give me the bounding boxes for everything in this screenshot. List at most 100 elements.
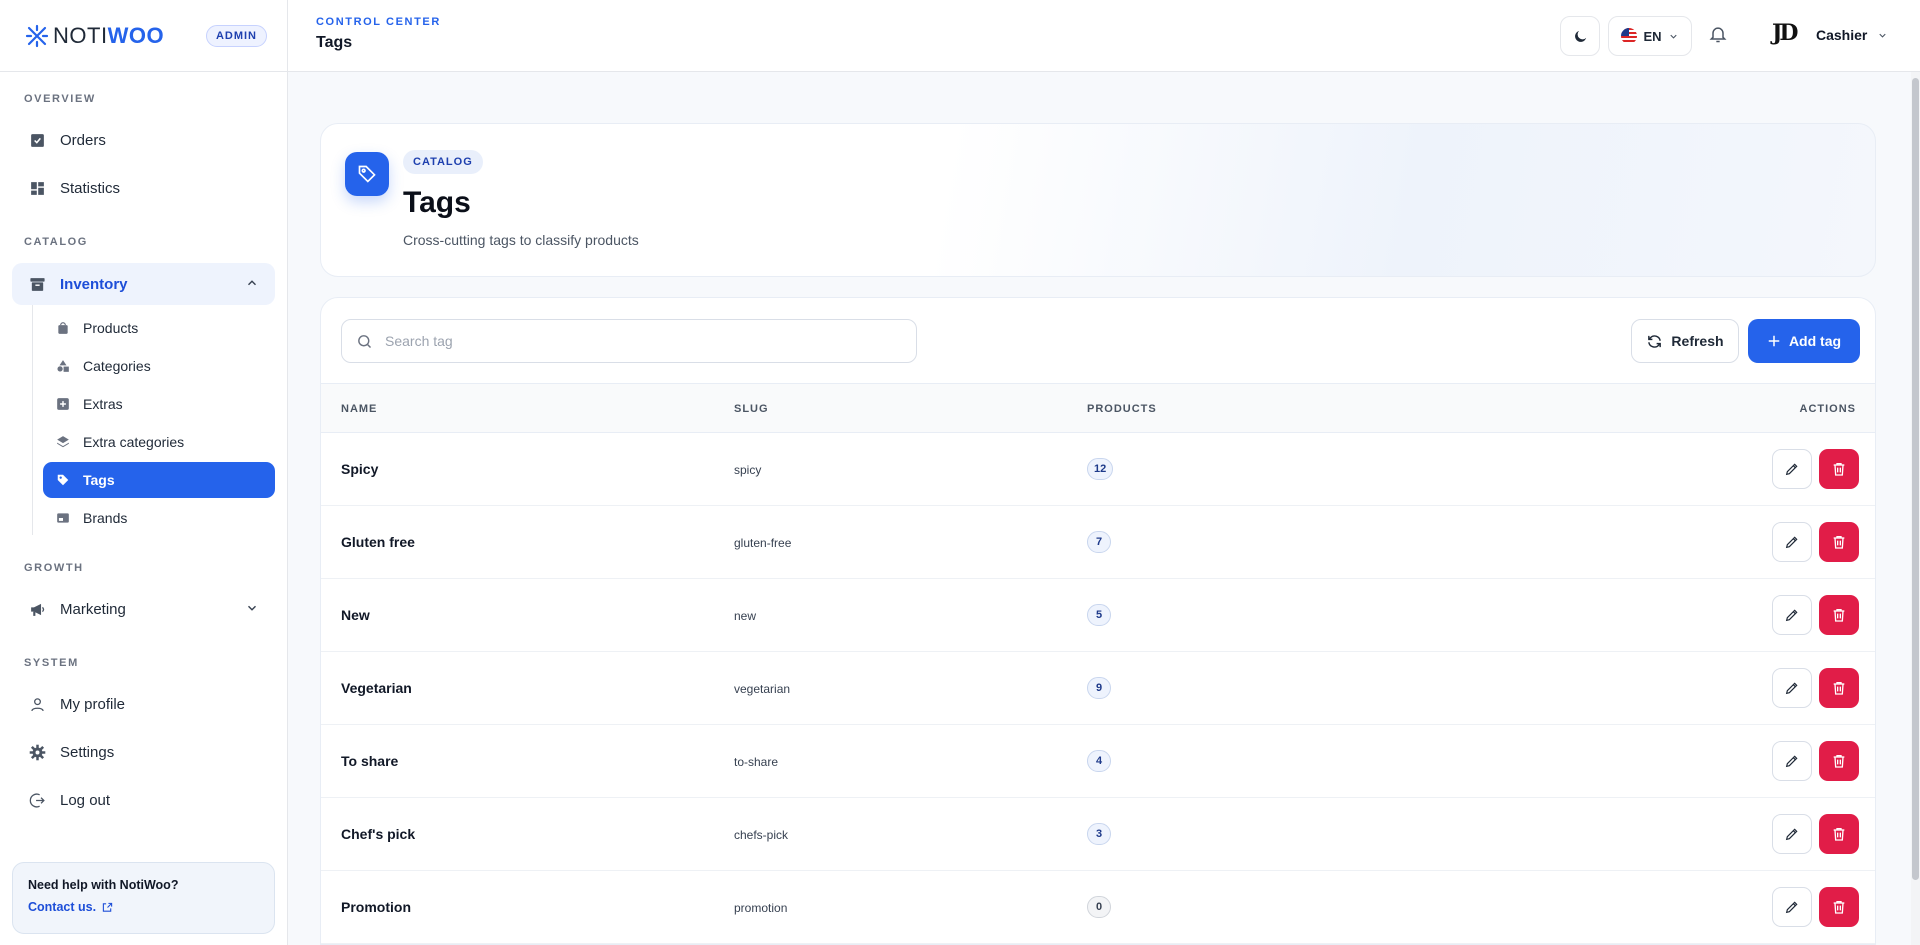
sub-brands-label: Brands [83, 510, 128, 526]
delete-button[interactable] [1819, 887, 1859, 927]
refresh-label: Refresh [1671, 333, 1724, 349]
us-flag-icon [1621, 28, 1638, 44]
topbar-page-title: Tags [316, 34, 353, 51]
chevron-up-icon [245, 276, 259, 294]
nav-my-profile-label: My profile [60, 695, 126, 713]
tag-icon [55, 472, 71, 488]
scrollbar[interactable] [1911, 72, 1920, 945]
chevron-down-icon [1669, 34, 1677, 39]
page-title: Tags [403, 186, 471, 219]
plus-icon [1768, 335, 1780, 347]
theme-toggle-button[interactable] [1560, 16, 1600, 56]
sub-tags[interactable]: Tags [43, 462, 275, 498]
nav-log-out[interactable]: Log out [12, 779, 275, 821]
tag-name: Spicy [341, 461, 379, 477]
edit-button[interactable] [1772, 814, 1812, 854]
delete-button[interactable] [1819, 449, 1859, 489]
sub-extra-categories[interactable]: Extra categories [43, 424, 275, 460]
section-growth: GROWTH [24, 562, 84, 574]
user-name: Cashier [1816, 27, 1868, 43]
tag-icon [345, 152, 389, 196]
table-row: To share to-share 4 [321, 725, 1875, 798]
sub-products-label: Products [83, 320, 139, 336]
sub-products[interactable]: Products [43, 310, 275, 346]
nav-orders[interactable]: Orders [12, 119, 275, 161]
catalog-badge: CATALOG [403, 150, 483, 174]
logo[interactable]: NOTIWOO [25, 23, 164, 49]
table-header: NAME SLUG PRODUCTS ACTIONS [321, 383, 1875, 433]
topbar: CONTROL CENTER Tags EN JD Cashier [288, 0, 1920, 72]
user-menu[interactable]: JD Cashier [1772, 20, 1888, 50]
sub-extras[interactable]: Extras [43, 386, 275, 422]
bag-icon [55, 320, 71, 336]
page-header-card: CATALOG Tags Cross-cutting tags to class… [320, 123, 1876, 277]
pencil-icon [1785, 609, 1798, 622]
edit-button[interactable] [1772, 887, 1812, 927]
th-slug[interactable]: SLUG [734, 403, 769, 415]
product-count-badge: 9 [1087, 677, 1111, 699]
search-box[interactable] [341, 319, 917, 363]
delete-button[interactable] [1819, 814, 1859, 854]
edit-button[interactable] [1772, 668, 1812, 708]
tags-panel: Refresh Add tag NAME SLUG PRODUCTS ACTIO… [320, 297, 1876, 945]
language-select[interactable]: EN [1608, 16, 1692, 56]
pencil-icon [1785, 755, 1798, 768]
sub-extras-label: Extras [83, 396, 123, 412]
table-row: Gluten free gluten-free 7 [321, 506, 1875, 579]
th-name[interactable]: NAME [341, 403, 377, 415]
nav-inventory-label: Inventory [60, 275, 128, 293]
sub-categories[interactable]: Categories [43, 348, 275, 384]
delete-button[interactable] [1819, 668, 1859, 708]
add-tag-button[interactable]: Add tag [1748, 319, 1860, 363]
nav-my-profile[interactable]: My profile [12, 683, 275, 725]
edit-button[interactable] [1772, 595, 1812, 635]
delete-button[interactable] [1819, 595, 1859, 635]
notifications-button[interactable] [1708, 24, 1728, 49]
subtree-line [32, 305, 33, 535]
chevron-down-icon [1879, 33, 1886, 38]
contact-link[interactable]: Contact us. [28, 900, 259, 914]
avatar: JD [1772, 20, 1799, 46]
product-count-badge: 3 [1087, 823, 1111, 845]
tag-name: To share [341, 753, 399, 769]
tag-slug: vegetarian [734, 682, 791, 696]
tag-slug: gluten-free [734, 536, 792, 550]
table-row: Chef's pick chefs-pick 3 [321, 798, 1875, 871]
product-count-badge: 4 [1087, 750, 1111, 772]
contact-link-label: Contact us. [28, 900, 97, 914]
sub-brands[interactable]: Brands [43, 500, 275, 536]
nav-marketing[interactable]: Marketing [12, 588, 275, 630]
delete-button[interactable] [1819, 522, 1859, 562]
sub-categories-label: Categories [83, 358, 151, 374]
plus-square-icon [55, 396, 71, 412]
tag-slug: spicy [734, 463, 762, 477]
archive-icon [28, 275, 46, 293]
product-count-badge: 5 [1087, 604, 1111, 626]
scrollbar-thumb[interactable] [1912, 78, 1919, 880]
pencil-icon [1785, 682, 1798, 695]
product-count-badge: 7 [1087, 531, 1111, 553]
search-input[interactable] [385, 333, 885, 349]
nav-inventory[interactable]: Inventory [12, 263, 275, 305]
tag-name: Vegetarian [341, 680, 412, 696]
shapes-icon [55, 358, 71, 374]
user-icon [28, 695, 46, 713]
nav-orders-label: Orders [60, 131, 106, 149]
table-row: Spicy spicy 12 [321, 433, 1875, 506]
edit-button[interactable] [1772, 522, 1812, 562]
nav-statistics[interactable]: Statistics [12, 167, 275, 209]
trash-icon [1833, 755, 1845, 768]
edit-button[interactable] [1772, 449, 1812, 489]
section-catalog: CATALOG [24, 236, 88, 248]
refresh-button[interactable]: Refresh [1631, 319, 1739, 363]
moon-icon [1574, 30, 1586, 42]
sub-tags-label: Tags [83, 472, 115, 488]
trash-icon [1833, 901, 1845, 914]
megaphone-icon [28, 600, 46, 618]
nav-settings[interactable]: Settings [12, 731, 275, 773]
delete-button[interactable] [1819, 741, 1859, 781]
edit-button[interactable] [1772, 741, 1812, 781]
logo-text-a: NOTI [53, 22, 108, 48]
product-count-badge: 12 [1087, 458, 1114, 480]
th-products[interactable]: PRODUCTS [1087, 403, 1157, 415]
